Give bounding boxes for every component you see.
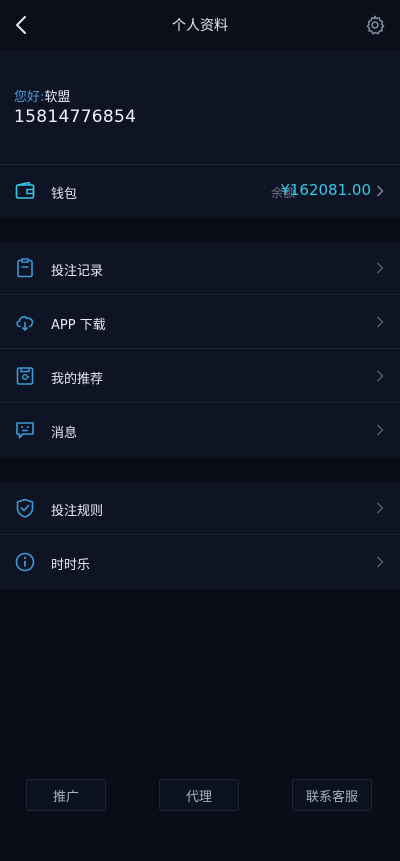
menu-item-label: 投注规则 [51,504,104,519]
info-icon [15,552,35,572]
wallet-row[interactable]: 钱包 余额 ¥162081.00 [0,164,400,217]
shield-check-icon [16,498,34,518]
menu-item-label: 消息 [51,426,78,441]
menu-item-messages[interactable]: 消息 [0,403,400,457]
menu-group-main: 投注记录 APP 下载 我的推荐 消息 [0,241,400,457]
balance-value: ¥162081.00 [280,181,371,199]
menu-item-label: 投注记录 [51,264,104,279]
menu-item-shishile[interactable]: 时时乐 [0,535,400,589]
greeting: 您好:软盟 [14,86,70,105]
chevron-right-icon [377,424,384,436]
chevron-right-icon [377,316,384,328]
profile-page: 个人资料 您好:软盟 15814776854 钱包 余额 ¥162081.00 [0,0,400,861]
menu-group-info: 投注规则 时时乐 [0,481,400,589]
chevron-right-icon [377,556,384,568]
menu-item-label: 我的推荐 [51,372,104,387]
user-phone: 15814776854 [14,107,137,127]
chevron-right-icon [377,185,384,197]
chevron-right-icon [377,262,384,274]
agent-button[interactable]: 代理 [159,779,239,811]
message-icon [16,422,34,439]
recommend-icon [16,367,34,385]
greeting-label: 您好: [14,90,45,105]
menu-item-my-recommend[interactable]: 我的推荐 [0,349,400,403]
cloud-download-icon [16,316,34,332]
chevron-right-icon [377,370,384,382]
clipboard-icon [17,258,33,278]
gear-icon[interactable] [364,14,386,36]
menu-item-app-download[interactable]: APP 下载 [0,295,400,349]
menu-item-label: 时时乐 [51,558,91,573]
menu-item-bet-rules[interactable]: 投注规则 [0,481,400,535]
promote-button[interactable]: 推广 [26,779,106,811]
wallet-icon [15,181,35,199]
menu-item-label: APP 下载 [51,318,106,333]
customer-service-button[interactable]: 联系客服 [292,779,372,811]
user-name: 软盟 [44,90,71,105]
wallet-label: 钱包 [51,187,78,202]
chevron-right-icon [377,502,384,514]
profile-card: 您好:软盟 15814776854 [0,50,400,164]
menu-item-bet-records[interactable]: 投注记录 [0,241,400,295]
page-title: 个人资料 [172,18,228,34]
chevron-left-icon[interactable] [10,13,34,37]
header-bar: 个人资料 [0,0,400,50]
